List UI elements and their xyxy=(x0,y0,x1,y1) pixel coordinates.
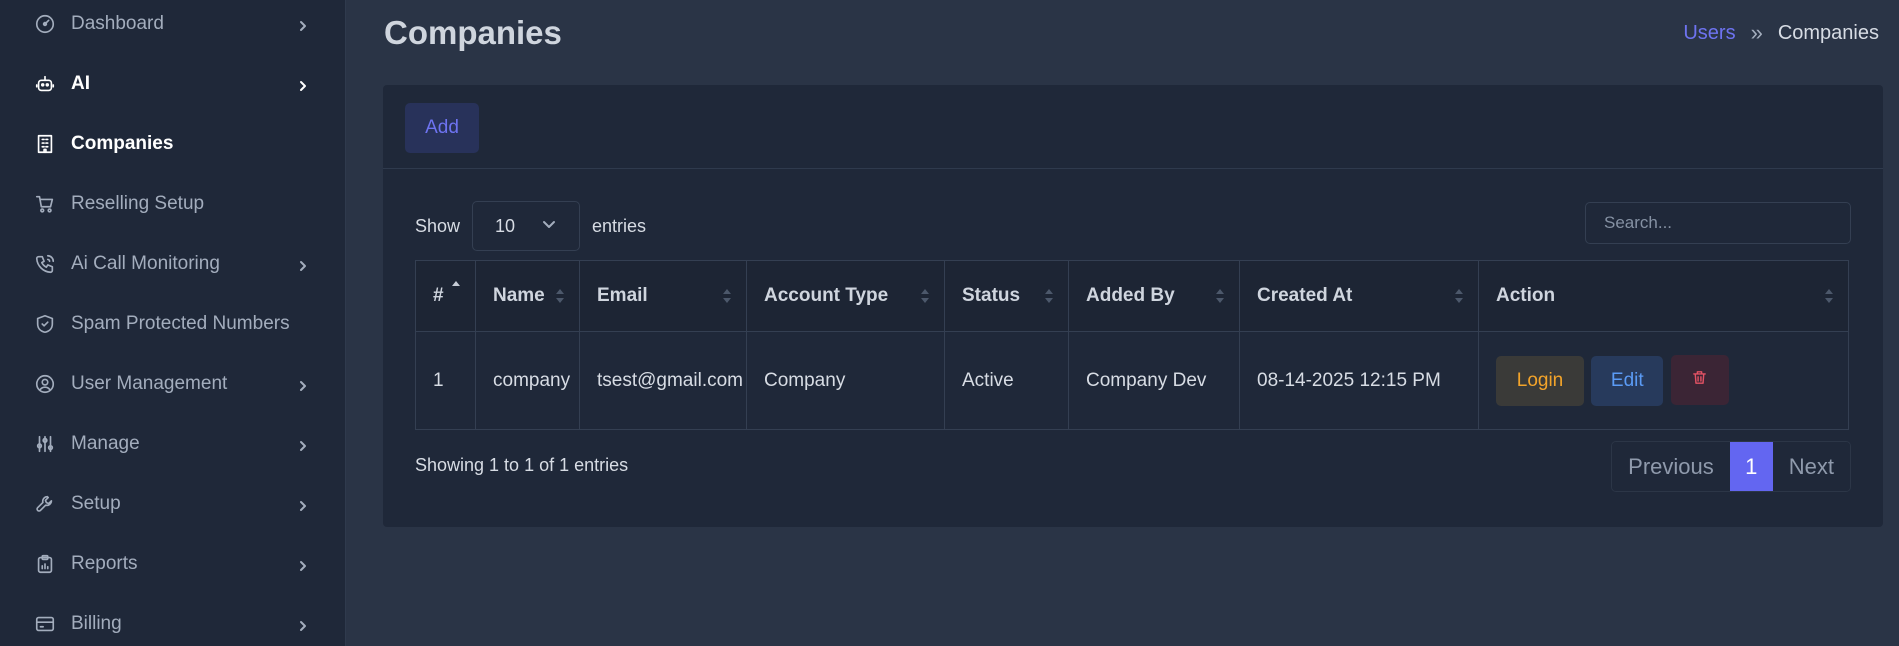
sort-icon xyxy=(1215,287,1225,305)
chevron-right-icon xyxy=(296,617,310,631)
cell-index: 1 xyxy=(415,331,476,430)
cell-actions: Login Edit xyxy=(1478,331,1849,430)
column-header-account-type[interactable]: Account Type xyxy=(746,260,945,332)
sidebar-item-label: User Management xyxy=(71,373,228,394)
cell-added-by: Company Dev xyxy=(1068,331,1240,430)
wrench-icon xyxy=(34,493,56,515)
column-header-created-at[interactable]: Created At xyxy=(1239,260,1479,332)
chevron-down-icon xyxy=(541,216,557,237)
page-size-control: Show 10 entries xyxy=(415,201,646,251)
delete-button[interactable] xyxy=(1670,355,1729,406)
breadcrumb-current: Companies xyxy=(1777,21,1879,44)
column-header-added-by[interactable]: Added By xyxy=(1068,260,1240,332)
entries-label: entries xyxy=(592,215,647,236)
sidebar-item-reports[interactable]: Reports xyxy=(0,536,346,592)
sidebar-item-ai-call-monitoring[interactable]: Ai Call Monitoring xyxy=(0,236,346,292)
chevron-right-icon xyxy=(296,437,310,451)
chevron-right-icon xyxy=(296,497,310,511)
shield-check-icon xyxy=(34,313,56,335)
sidebar-item-label: Spam Protected Numbers xyxy=(71,313,290,334)
login-button[interactable]: Login xyxy=(1496,355,1584,406)
table-row: 1 company tsest@gmail.com Company Active… xyxy=(415,331,1849,430)
show-label: Show xyxy=(415,215,461,236)
phone-call-icon xyxy=(34,253,56,275)
column-header-status[interactable]: Status xyxy=(944,260,1069,332)
table-info: Showing 1 to 1 of 1 entries xyxy=(415,455,629,475)
credit-card-icon xyxy=(34,613,56,635)
clipboard-icon xyxy=(34,553,56,575)
sort-icon xyxy=(1454,287,1464,305)
cart-icon xyxy=(34,193,56,215)
page-size-select[interactable]: 10 xyxy=(472,201,581,251)
companies-table: # Name Email Account Type Status Added B… xyxy=(415,260,1849,430)
breadcrumb-separator: » xyxy=(1750,20,1763,45)
sort-icon xyxy=(722,287,732,305)
sidebar-item-spam-protected-numbers[interactable]: Spam Protected Numbers xyxy=(0,296,346,352)
sidebar-item-label: Reselling Setup xyxy=(71,193,205,214)
pagination-next-button[interactable]: Next xyxy=(1772,442,1850,491)
column-header-action[interactable]: Action xyxy=(1478,260,1849,332)
breadcrumb: Users » Companies xyxy=(1683,20,1879,46)
page-size-value: 10 xyxy=(495,215,516,236)
sidebar-item-manage[interactable]: Manage xyxy=(0,416,346,472)
breadcrumb-link-users[interactable]: Users xyxy=(1683,22,1735,45)
gauge-icon xyxy=(34,13,56,35)
companies-card: Add Show 10 entries # Name Email xyxy=(383,85,1883,527)
sidebar-item-label: Companies xyxy=(71,133,174,154)
add-button[interactable]: Add xyxy=(405,103,479,153)
sidebar: Dashboard AI Companies Reselling Setup A… xyxy=(0,0,346,646)
column-header-email[interactable]: Email xyxy=(579,260,747,332)
table-header-row: # Name Email Account Type Status Added B… xyxy=(415,260,1849,332)
pagination-previous-button[interactable]: Previous xyxy=(1612,442,1730,491)
sidebar-item-reselling-setup[interactable]: Reselling Setup xyxy=(0,176,346,232)
user-circle-icon xyxy=(34,373,56,395)
cell-account-type: Company xyxy=(746,331,945,430)
column-header-name[interactable]: Name xyxy=(475,260,580,332)
sidebar-item-label: Reports xyxy=(71,553,138,574)
sidebar-item-label: AI xyxy=(71,73,90,94)
sort-icon xyxy=(1824,287,1834,305)
chevron-right-icon xyxy=(296,377,310,391)
sidebar-item-label: Setup xyxy=(71,493,121,514)
sidebar-item-billing[interactable]: Billing xyxy=(0,596,346,646)
sort-asc-icon xyxy=(451,279,461,297)
sort-icon xyxy=(555,287,565,305)
cell-name: company xyxy=(475,331,580,430)
cell-created-at: 08-14-2025 12:15 PM xyxy=(1239,331,1479,430)
sort-icon xyxy=(920,287,930,305)
column-header-index[interactable]: # xyxy=(415,260,476,332)
robot-icon xyxy=(34,73,56,95)
card-header: Add xyxy=(383,85,1883,169)
chevron-right-icon xyxy=(296,257,310,271)
chevron-right-icon xyxy=(296,557,310,571)
pagination: Previous 1 Next xyxy=(1611,441,1851,492)
sidebar-item-companies[interactable]: Companies xyxy=(0,116,346,172)
search-input[interactable] xyxy=(1585,202,1851,244)
sidebar-item-label: Ai Call Monitoring xyxy=(71,253,220,274)
sidebar-item-setup[interactable]: Setup xyxy=(0,476,346,532)
sort-icon xyxy=(1044,287,1054,305)
sidebar-item-label: Dashboard xyxy=(71,13,164,34)
sliders-icon xyxy=(34,433,56,455)
sidebar-item-dashboard[interactable]: Dashboard xyxy=(0,0,346,52)
pagination-page-button[interactable]: 1 xyxy=(1729,442,1773,491)
sidebar-item-label: Billing xyxy=(71,613,122,634)
edit-button[interactable]: Edit xyxy=(1591,355,1664,406)
building-icon xyxy=(34,133,56,155)
sidebar-item-ai[interactable]: AI xyxy=(0,56,346,112)
trash-icon xyxy=(1691,369,1708,392)
chevron-right-icon xyxy=(296,77,310,91)
page-title: Companies xyxy=(384,14,562,51)
chevron-right-icon xyxy=(296,17,310,31)
sidebar-item-user-management[interactable]: User Management xyxy=(0,356,346,412)
cell-email: tsest@gmail.com xyxy=(579,331,747,430)
sidebar-item-label: Manage xyxy=(71,433,140,454)
cell-status: Active xyxy=(944,331,1069,430)
